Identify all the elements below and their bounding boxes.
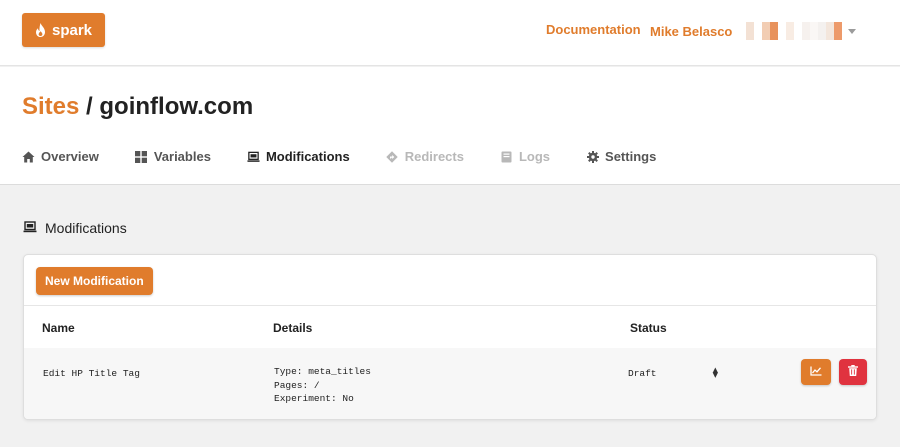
avatar-pixel — [818, 22, 827, 40]
avatar-pixel — [826, 22, 835, 40]
avatar-pixel — [802, 22, 811, 40]
user-menu[interactable]: Mike Belasco — [650, 22, 857, 40]
avatar-pixel — [810, 22, 819, 40]
page-title: Sites / goinflow.com — [22, 93, 253, 121]
line-chart-icon — [810, 363, 822, 381]
detail-type: Type: meta_titles — [274, 366, 371, 377]
column-header-name: Name — [42, 321, 75, 335]
status-select[interactable]: Draft ▲ ▼ — [628, 366, 718, 380]
breadcrumb-current: goinflow.com — [99, 93, 254, 120]
avatar-pixel — [770, 22, 779, 40]
avatar-pixel — [778, 22, 787, 40]
column-header-status: Status — [630, 321, 667, 335]
trash-icon — [848, 363, 858, 381]
avatar-pixel — [794, 22, 803, 40]
detail-experiment: Experiment: No — [274, 393, 354, 404]
laptop-icon — [23, 220, 37, 236]
tab-logs[interactable]: Logs — [500, 149, 550, 164]
section-title-text: Modifications — [45, 220, 127, 236]
tab-label: Overview — [41, 149, 99, 164]
documentation-link[interactable]: Documentation — [546, 22, 641, 37]
user-name: Mike Belasco — [650, 23, 733, 39]
avatar-pixel — [834, 22, 843, 40]
tab-variables[interactable]: Variables — [135, 149, 211, 164]
top-navbar: spark Documentation Mike Belasco — [0, 0, 900, 66]
tab-label: Redirects — [404, 149, 464, 164]
flame-icon — [35, 23, 46, 37]
select-arrows-icon: ▲ ▼ — [712, 366, 718, 379]
avatar-pixel — [746, 22, 755, 40]
home-icon — [22, 150, 35, 163]
tab-modifications[interactable]: Modifications — [247, 149, 350, 164]
card-divider — [24, 305, 876, 306]
tab-overview[interactable]: Overview — [22, 149, 99, 164]
book-icon — [500, 150, 513, 163]
modification-name: Edit HP Title Tag — [43, 368, 140, 379]
chevron-down-icon — [848, 28, 857, 34]
avatar-pixel — [754, 22, 763, 40]
tab-label: Settings — [605, 149, 657, 164]
site-header: Sites / goinflow.com Overview Variables … — [0, 67, 900, 185]
table-row: Edit HP Title Tag Type: meta_titles Page… — [24, 348, 876, 419]
modification-details: Type: meta_titles Pages: / Experiment: N… — [274, 365, 371, 406]
avatar — [738, 22, 843, 40]
brand-logo[interactable]: spark — [22, 13, 105, 47]
status-value: Draft — [628, 367, 657, 379]
avatar-pixel — [786, 22, 795, 40]
grid-icon — [135, 150, 148, 163]
breadcrumb-sites-link[interactable]: Sites — [22, 93, 79, 120]
detail-pages: Pages: / — [274, 379, 320, 391]
section-title: Modifications — [23, 220, 127, 236]
tab-redirects[interactable]: Redirects — [386, 149, 464, 164]
gear-icon — [586, 150, 599, 163]
breadcrumb-separator: / — [79, 93, 100, 120]
laptop-icon — [247, 150, 260, 163]
new-modification-button[interactable]: New Modification — [36, 267, 153, 295]
tab-label: Modifications — [265, 149, 350, 164]
brand-name: spark — [51, 21, 93, 39]
avatar-pixel — [762, 22, 771, 40]
column-header-details: Details — [273, 321, 313, 335]
tab-label: Logs — [518, 149, 551, 164]
view-chart-button[interactable] — [801, 359, 831, 385]
modifications-card: New Modification Name Details Status Edi… — [23, 254, 877, 420]
delete-button[interactable] — [839, 359, 867, 385]
site-tabs: Overview Variables Modifications Redirec… — [22, 149, 692, 164]
tab-label: Variables — [153, 149, 211, 164]
tab-settings[interactable]: Settings — [586, 149, 656, 164]
avatar-pixel — [738, 22, 747, 40]
diamond-arrow-icon — [386, 150, 399, 163]
